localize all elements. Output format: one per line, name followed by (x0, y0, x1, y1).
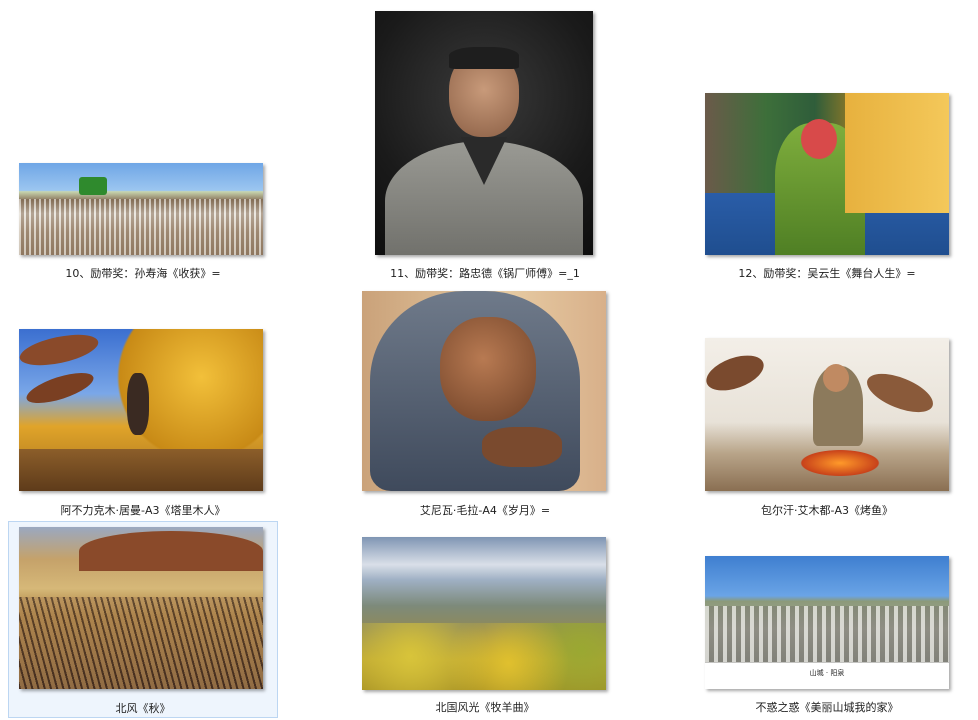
file-caption: 北国风光《牧羊曲》 (435, 701, 535, 714)
thumbnail-northern-scenery[interactable] (362, 537, 606, 690)
file-caption: 艾尼瓦·毛拉-A4《岁月》= (419, 504, 551, 517)
thumbnail-opera-performer[interactable] (705, 93, 949, 255)
file-caption: 10、励带奖：孙寿海《收获》= (65, 267, 221, 280)
thumbnail-tarim-people[interactable] (19, 329, 263, 491)
file-item-5[interactable]: 艾尼瓦·毛拉-A4《岁月》= (350, 282, 620, 520)
file-item-6[interactable]: 包尔汗·艾木都-A3《烤鱼》 (692, 282, 962, 520)
file-caption: 11、励带奖：路忠德《锅厂师傅》=_1 (390, 267, 580, 280)
thumbnail-roast-fish[interactable] (705, 338, 949, 491)
file-item-4[interactable]: 阿不力克木·居曼-A3《塔里木人》 (8, 282, 278, 520)
file-item-3[interactable]: 12、励带奖：吴云生《舞台人生》= (692, 0, 962, 282)
thumbnail-cotton-harvest[interactable] (19, 163, 263, 255)
file-item-1[interactable]: 10、励带奖：孙寿海《收获》= (8, 0, 278, 282)
file-item-2[interactable]: 11、励带奖：路忠德《锅厂师傅》=_1 (350, 0, 620, 282)
thumbnail-factory-worker-portrait[interactable] (375, 11, 593, 255)
file-caption: 阿不力克木·居曼-A3《塔里木人》 (60, 504, 226, 517)
image-embedded-title: 山城 · 阳泉 (809, 669, 845, 677)
file-caption: 不惑之惑《美丽山城我的家》 (755, 701, 899, 714)
file-item-8[interactable]: 北国风光《牧羊曲》 (350, 521, 620, 718)
thumbnail-old-woman-portrait[interactable] (362, 291, 606, 491)
file-caption: 北风《秋》 (115, 702, 171, 715)
file-item-9[interactable]: 山城 · 阳泉 不惑之惑《美丽山城我的家》 (692, 521, 962, 718)
face-shape (440, 317, 536, 421)
thumbnail-autumn-landscape[interactable] (19, 527, 263, 689)
file-caption: 12、励带奖：吴云生《舞台人生》= (738, 267, 916, 280)
harvester-shape (79, 177, 107, 195)
file-caption: 包尔汗·艾木都-A3《烤鱼》 (761, 504, 893, 517)
thumbnail-mountain-city[interactable]: 山城 · 阳泉 (705, 556, 949, 689)
file-item-7[interactable]: 北风《秋》 (8, 521, 278, 718)
